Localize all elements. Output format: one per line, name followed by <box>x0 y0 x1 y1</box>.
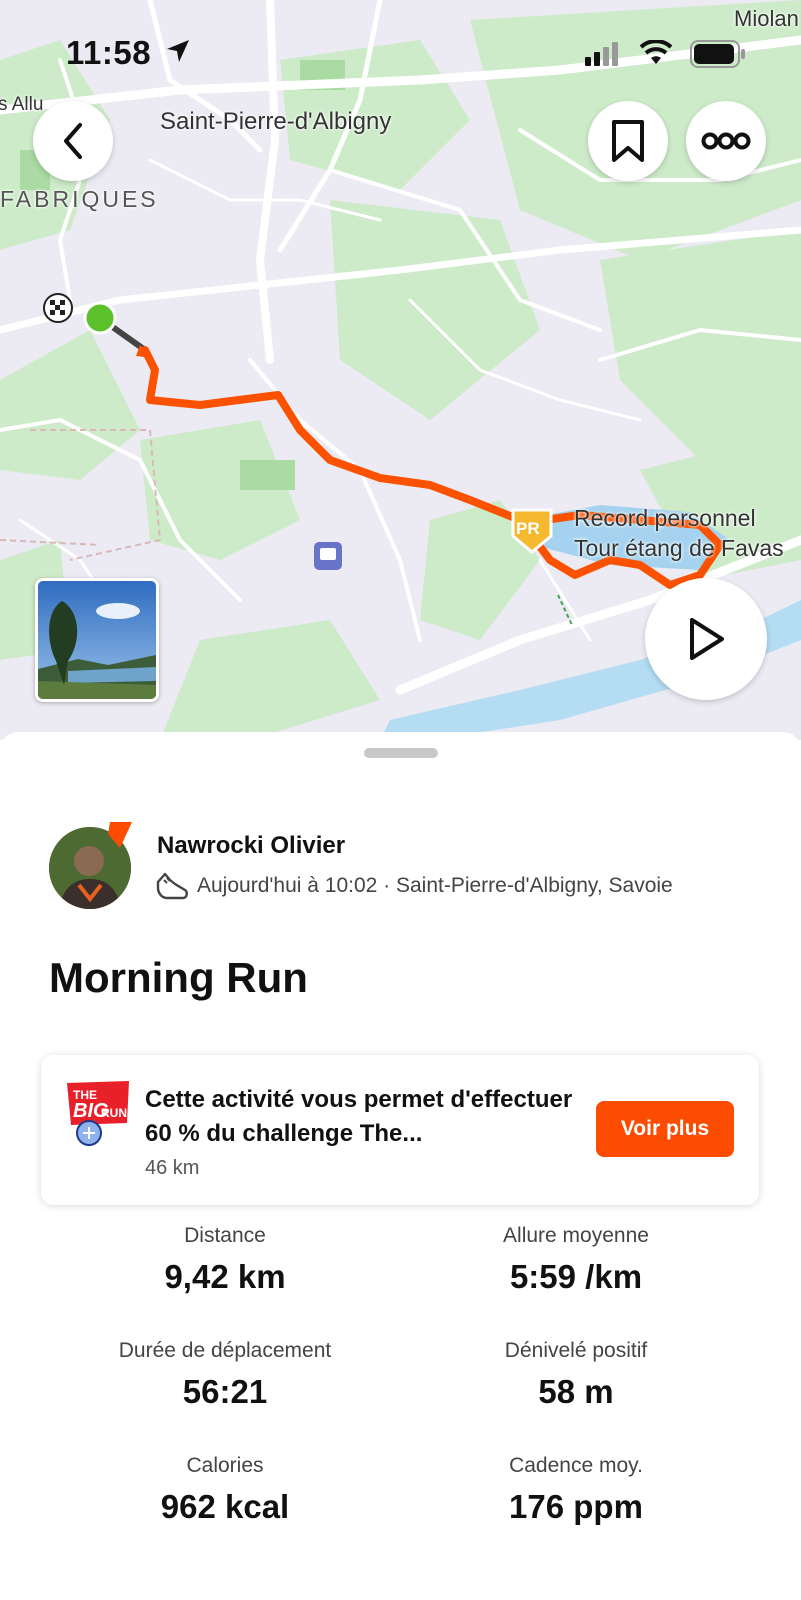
pr-badge-text: PR <box>516 519 540 538</box>
map-label-fabriques: FABRIQUES <box>0 186 159 212</box>
chevron-left-icon <box>64 123 82 159</box>
stat-label: Allure moyenne <box>503 1224 649 1247</box>
more-dots-icon <box>701 132 751 150</box>
stat-value: 56:21 <box>182 1373 268 1410</box>
stat-distance: Distance 9,42 km <box>65 1224 385 1296</box>
personal-record-marker[interactable]: PR <box>507 506 557 556</box>
sheet-drag-handle[interactable] <box>364 748 438 758</box>
stat-average-pace: Allure moyenne 5:59 /km <box>416 1224 736 1296</box>
stat-value: 962 kcal <box>160 1488 290 1525</box>
stat-label: Dénivelé positif <box>504 1339 648 1362</box>
stat-value: 5:59 /km <box>509 1258 643 1295</box>
bookmark-button[interactable] <box>588 101 668 181</box>
status-time: 11:58 <box>66 34 152 71</box>
big-run-challenge-logo: THE BIG RUN <box>63 1077 135 1149</box>
activity-title: Morning Run <box>49 954 308 1001</box>
athlete-name[interactable]: Nawrocki Olivier <box>157 832 345 860</box>
stat-value: 9,42 km <box>164 1258 286 1295</box>
stat-label: Durée de déplacement <box>118 1339 332 1362</box>
running-shoe-icon <box>156 872 188 900</box>
location-arrow-icon <box>167 40 189 62</box>
status-bar: 11:58 <box>0 30 801 80</box>
activity-meta: Aujourd'hui à 10:02 · Saint-Pierre-d'Alb… <box>155 870 673 902</box>
play-icon <box>690 618 724 660</box>
subscriber-badge-icon <box>108 822 132 848</box>
landscape-photo <box>38 581 156 699</box>
stat-elevation-gain: Dénivelé positif 58 m <box>416 1339 736 1411</box>
stat-label: Calories <box>186 1454 264 1477</box>
stat-moving-time: Durée de déplacement 56:21 <box>65 1339 385 1411</box>
challenge-distance: 46 km <box>145 1157 200 1179</box>
map-label-town: Saint-Pierre-d'Albigny <box>160 108 392 135</box>
back-button[interactable] <box>33 101 113 181</box>
challenge-text: Cette activité vous permet d'effectuer 6… <box>145 1086 573 1147</box>
challenge-card[interactable]: THE BIG RUN Cette activité vous permet d… <box>41 1055 759 1205</box>
svg-text:RUN: RUN <box>101 1106 127 1120</box>
play-flyover-button[interactable] <box>645 578 767 700</box>
activity-details-sheet[interactable]: Nawrocki Olivier Aujourd'hui à 10:02 · S… <box>0 732 801 1600</box>
activity-meta-text: Aujourd'hui à 10:02 · Saint-Pierre-d'Alb… <box>197 874 673 897</box>
pr-label-line1: Record personnel <box>574 505 756 531</box>
more-options-button[interactable] <box>686 101 766 181</box>
pr-label-line2: Tour étang de Favas <box>574 535 784 561</box>
bookmark-icon <box>612 120 644 162</box>
stat-label: Distance <box>184 1224 266 1247</box>
map-label-top-left: s Allu <box>0 94 44 115</box>
cellular-signal-icon <box>585 42 618 66</box>
map-label-top-right: Miolan <box>734 6 799 31</box>
see-more-button[interactable]: Voir plus <box>596 1101 734 1157</box>
stat-value: 176 ppm <box>509 1488 643 1525</box>
stat-label: Cadence moy. <box>509 1454 643 1477</box>
activity-photo-thumbnail[interactable] <box>35 578 159 702</box>
stat-value: 58 m <box>538 1373 614 1410</box>
activity-map[interactable]: s Allu Miolan Saint-Pierre-d'Albigny FAB… <box>0 0 801 740</box>
stat-calories: Calories 962 kcal <box>65 1454 385 1526</box>
battery-icon <box>690 40 745 68</box>
stat-average-cadence: Cadence moy. 176 ppm <box>416 1454 736 1526</box>
wifi-icon <box>640 40 672 64</box>
